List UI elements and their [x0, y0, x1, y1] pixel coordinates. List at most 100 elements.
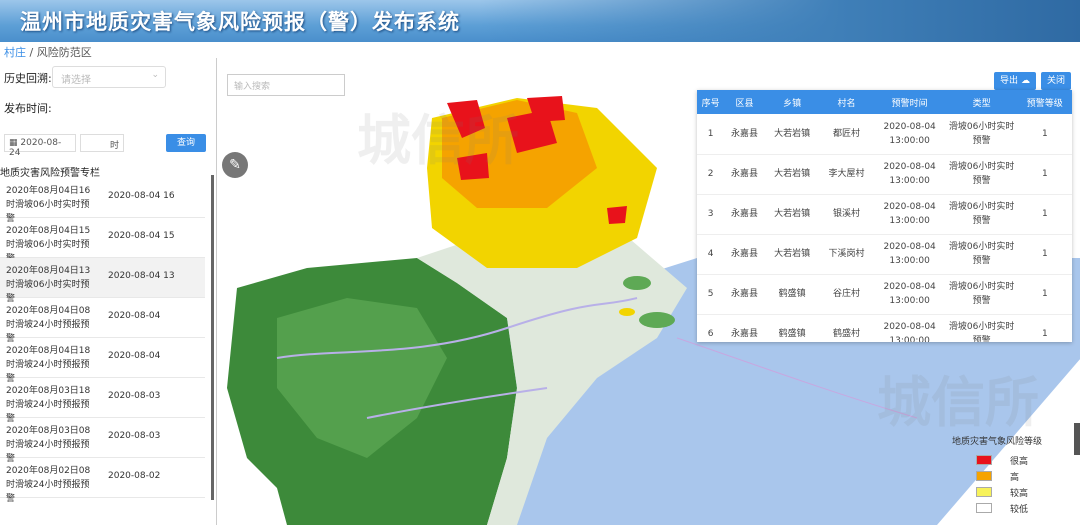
side-drawer-handle[interactable]: [1074, 423, 1080, 455]
island: [639, 312, 675, 328]
legend-swatch: [976, 503, 992, 513]
hour-suffix: 时: [109, 141, 119, 151]
legend-item: 很高: [952, 453, 1062, 469]
cell-level: 1: [1017, 154, 1072, 195]
list-item[interactable]: 2020年08月04日15时滑坡06小时实时预警 2020-08-04 15: [0, 218, 205, 264]
list-scrollbar[interactable]: [211, 175, 214, 500]
list-item[interactable]: 2020年08月03日08时滑坡24小时预报预警 2020-08-03: [0, 418, 205, 464]
calendar-icon: ▦: [9, 138, 18, 148]
cell-index: 5: [697, 274, 725, 315]
export-label: 导出: [1000, 76, 1019, 86]
cell-village: 银溪村: [819, 194, 874, 235]
cell-district: 永嘉县: [724, 274, 765, 315]
list-item-date: 2020-08-04 15: [108, 231, 175, 241]
cell-district: 永嘉县: [724, 154, 765, 195]
legend-swatch: [976, 471, 992, 481]
cell-time: 2020-08-04 13:00:00: [873, 114, 946, 155]
cell-time: 2020-08-04 13:00:00: [873, 154, 946, 195]
watermark: 城信所: [877, 370, 1039, 434]
list-item-date: 2020-08-04 13: [108, 271, 175, 281]
col-district: 区县: [724, 90, 765, 114]
chevron-down-icon: ⌄: [151, 70, 159, 80]
cell-district: 永嘉县: [724, 314, 765, 342]
list-item[interactable]: 2020年08月03日18时滑坡24小时预报预警 2020-08-03: [0, 378, 205, 424]
cell-level: 1: [1017, 194, 1072, 235]
cell-type: 滑坡06小时实时预警: [945, 314, 1018, 342]
cell-village: 李大屋村: [819, 154, 874, 195]
cell-village: 鹤盛村: [819, 314, 874, 342]
col-level: 预警等级: [1017, 90, 1072, 114]
export-button[interactable]: 导出 ☁: [994, 72, 1036, 90]
list-item[interactable]: 2020年08月04日18时滑坡24小时预报预警 2020-08-04: [0, 338, 205, 384]
list-item-date: 2020-08-04: [108, 351, 161, 361]
close-button[interactable]: 关闭: [1041, 72, 1071, 90]
col-time: 预警时间: [873, 90, 946, 114]
cell-district: 永嘉县: [724, 194, 765, 235]
cell-index: 2: [697, 154, 725, 195]
cell-index: 1: [697, 114, 725, 155]
map-search-input[interactable]: 输入搜索: [227, 74, 345, 96]
history-label: 历史回溯:: [4, 72, 52, 85]
history-select-placeholder: 请选择: [61, 75, 91, 86]
cell-index: 6: [697, 314, 725, 342]
legend-label: 较高: [1010, 489, 1029, 499]
list-item-selected[interactable]: 2020年08月04日13时滑坡06小时实时预警 2020-08-04 13: [0, 258, 205, 304]
cell-time: 2020-08-04 13:00:00: [873, 314, 946, 342]
table-row[interactable]: 5 永嘉县 鹤盛镇 谷庄村 2020-08-04 13:00:00 滑坡06小时…: [697, 274, 1072, 315]
cell-type: 滑坡06小时实时预警: [945, 194, 1018, 235]
cell-time: 2020-08-04 13:00:00: [873, 274, 946, 315]
table-row[interactable]: 2 永嘉县 大若岩镇 李大屋村 2020-08-04 13:00:00 滑坡06…: [697, 154, 1072, 195]
list-item-date: 2020-08-02: [108, 471, 161, 481]
cell-index: 4: [697, 234, 725, 275]
warning-list-title: 地质灾害风险预警专栏: [0, 168, 100, 179]
map-tool-icon[interactable]: ✎: [222, 152, 248, 178]
left-panel: 历史回溯: 请选择 ⌄ 发布时间: ▦ 2020-08-24 时 查询 地质灾害…: [0, 58, 213, 525]
table-row[interactable]: 3 永嘉县 大若岩镇 银溪村 2020-08-04 13:00:00 滑坡06小…: [697, 194, 1072, 235]
cell-district: 永嘉县: [724, 114, 765, 155]
legend-item: 较高: [952, 485, 1062, 501]
island: [619, 308, 635, 316]
legend-label: 很高: [1010, 457, 1029, 467]
col-type: 类型: [945, 90, 1018, 114]
legend-item: 高: [952, 469, 1062, 485]
col-town: 乡镇: [764, 90, 820, 114]
history-select[interactable]: 请选择 ⌄: [52, 66, 166, 88]
watermark: 城信所: [357, 108, 519, 172]
cell-type: 滑坡06小时实时预警: [945, 154, 1018, 195]
cloud-icon: ☁: [1020, 76, 1030, 86]
date-picker[interactable]: ▦ 2020-08-24: [4, 134, 76, 158]
cell-type: 滑坡06小时实时预警: [945, 114, 1018, 155]
table-header-row: 序号 区县 乡镇 村名 预警时间 类型 预警等级: [697, 90, 1072, 114]
warning-list: 2020年08月04日16时滑坡06小时实时预警 2020-08-04 16 2…: [0, 178, 205, 504]
list-item[interactable]: 2020年08月02日08时滑坡24小时预报预警 2020-08-02: [0, 458, 205, 504]
query-button[interactable]: 查询: [166, 134, 206, 152]
banner-sky-decoration: [480, 0, 1080, 42]
table-row[interactable]: 1 永嘉县 大若岩镇 都匠村 2020-08-04 13:00:00 滑坡06小…: [697, 114, 1072, 155]
hour-select[interactable]: 时: [80, 134, 124, 152]
cell-type: 滑坡06小时实时预警: [945, 274, 1018, 315]
cell-village: 都匠村: [819, 114, 874, 155]
cell-town: 大若岩镇: [764, 194, 820, 235]
cell-index: 3: [697, 194, 725, 235]
warning-table: 序号 区县 乡镇 村名 预警时间 类型 预警等级 1 永嘉县 大若岩镇 都匠村 …: [697, 90, 1072, 342]
map-view[interactable]: 城信所 城信所 输入搜索 ✎ 导出 ☁ 关闭 序号 区县 乡镇 村名 预警时间 …: [216, 58, 1080, 525]
legend-item: 较低: [952, 501, 1062, 517]
list-item-date: 2020-08-04 16: [108, 191, 175, 201]
cell-time: 2020-08-04 13:00:00: [873, 194, 946, 235]
list-item[interactable]: 2020年08月04日16时滑坡06小时实时预警 2020-08-04 16: [0, 178, 205, 224]
cell-village: 谷庄村: [819, 274, 874, 315]
cell-time: 2020-08-04 13:00:00: [873, 234, 946, 275]
legend-label: 高: [1010, 473, 1020, 483]
col-village: 村名: [819, 90, 874, 114]
cell-village: 下溪岗村: [819, 234, 874, 275]
list-item-title: 2020年08月02日08时滑坡24小时预报预警: [6, 466, 91, 504]
cell-town: 大若岩镇: [764, 114, 820, 155]
cell-level: 1: [1017, 274, 1072, 315]
risk-legend: 地质灾害气象风险等级 很高 高 较高 较低: [952, 434, 1062, 522]
list-item[interactable]: 2020年08月04日08时滑坡24小时预报预警 2020-08-04: [0, 298, 205, 344]
table-row[interactable]: 4 永嘉县 大若岩镇 下溪岗村 2020-08-04 13:00:00 滑坡06…: [697, 234, 1072, 275]
cell-town: 鹤盛镇: [764, 274, 820, 315]
cell-district: 永嘉县: [724, 234, 765, 275]
table-row[interactable]: 6 永嘉县 鹤盛镇 鹤盛村 2020-08-04 13:00:00 滑坡06小时…: [697, 314, 1072, 342]
header-banner: 温州市地质灾害气象风险预报（警）发布系统: [0, 0, 1080, 42]
